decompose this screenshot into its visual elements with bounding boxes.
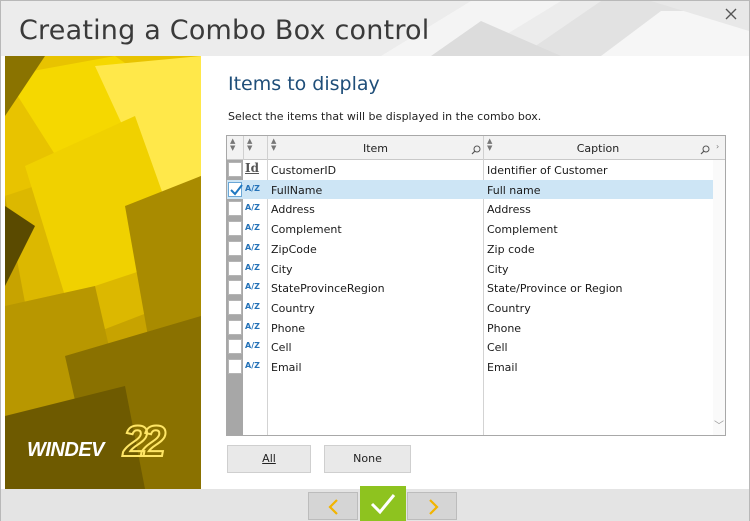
item-caption: Country [487, 301, 531, 315]
item-caption: Address [487, 203, 531, 217]
caption-header-label: Caption [576, 142, 620, 155]
item-name: CustomerID [271, 164, 337, 177]
item-name: Country [271, 301, 315, 315]
close-icon[interactable] [723, 6, 739, 22]
table-row[interactable]: A/Z City City [227, 259, 713, 279]
row-checkbox[interactable] [228, 339, 242, 355]
table-row[interactable]: A/Z Country Country [227, 298, 713, 318]
row-checkbox[interactable] [228, 260, 242, 276]
scroll-right-icon[interactable]: › [716, 142, 719, 151]
row-checkbox[interactable] [228, 299, 242, 315]
item-header-label: Item [362, 142, 389, 155]
checkbox-column-header[interactable]: ▲ ▼ [227, 136, 243, 160]
page-heading: Items to display [228, 73, 380, 95]
table-row[interactable]: A/Z Complement Complement [227, 219, 713, 239]
item-caption: Zip code [487, 242, 535, 256]
row-checkbox[interactable] [228, 221, 242, 237]
item-name: ZipCode [271, 242, 317, 256]
row-checkbox[interactable] [228, 240, 242, 256]
table-row[interactable]: A/Z FullName Full name [227, 179, 713, 200]
search-icon[interactable] [471, 145, 481, 155]
window-title: Creating a Combo Box control [19, 15, 430, 46]
page-instructions: Select the items that will be displayed … [228, 110, 542, 123]
items-table[interactable]: ▲ ▼ ▲ ▼ ▲ ▼ Item ▲ ▼ Caption › Id Custom… [226, 135, 726, 436]
item-caption: Phone [487, 321, 522, 335]
row-checkbox[interactable] [228, 201, 242, 217]
text-type-icon: A/Z [245, 321, 260, 331]
text-type-icon: A/Z [245, 361, 260, 370]
item-caption: State/Province or Region [487, 282, 623, 296]
chevron-right-icon [429, 499, 439, 515]
none-button[interactable]: None [324, 445, 411, 473]
sort-icon[interactable]: ▲ ▼ [230, 138, 235, 152]
table-row[interactable]: A/Z Address Address [227, 199, 713, 219]
table-header: ▲ ▼ ▲ ▼ ▲ ▼ Item ▲ ▼ Caption › [227, 136, 725, 160]
all-button[interactable]: All [227, 445, 311, 473]
chevron-left-icon [328, 499, 338, 515]
table-row[interactable]: Id CustomerID Identifier of Customer [227, 160, 713, 180]
table-row[interactable]: A/Z Email Email [227, 357, 713, 377]
windev-logo: WINDEV [27, 439, 105, 461]
row-checkbox[interactable] [228, 359, 242, 374]
item-name: Address [271, 203, 315, 217]
brand-artwork [5, 56, 201, 489]
text-type-icon: A/Z [245, 301, 260, 311]
next-button[interactable] [407, 492, 457, 520]
row-checkbox[interactable] [228, 162, 242, 177]
type-column-header[interactable]: ▲ ▼ [244, 136, 267, 160]
text-type-icon: A/Z [245, 203, 260, 213]
caption-column-header[interactable]: ▲ ▼ Caption [484, 136, 712, 160]
item-name: FullName [271, 183, 323, 197]
item-name: StateProvinceRegion [271, 282, 385, 296]
title-bar: Creating a Combo Box control [1, 1, 749, 56]
item-caption: Identifier of Customer [487, 164, 608, 177]
vertical-scrollbar[interactable]: ﹀ [713, 160, 725, 435]
row-checkbox[interactable] [228, 181, 243, 197]
table-row[interactable]: A/Z ZipCode Zip code [227, 239, 713, 259]
item-name: Phone [271, 321, 306, 335]
previous-button[interactable] [308, 492, 358, 520]
table-row[interactable]: A/Z Cell Cell [227, 337, 713, 357]
item-name: Email [271, 361, 302, 374]
item-caption: Email [487, 361, 518, 374]
none-button-label: None [353, 452, 382, 465]
finish-button[interactable] [360, 486, 406, 521]
wizard-window: Creating a Combo Box control WINDEV 22 I… [0, 0, 750, 521]
text-type-icon: A/Z [245, 282, 260, 292]
text-type-icon: A/Z [245, 262, 260, 272]
text-type-icon: A/Z [245, 223, 260, 233]
version-logo: 22 [122, 416, 167, 467]
key-type-icon: Id [245, 161, 260, 175]
text-type-icon: A/Z [245, 242, 260, 252]
table-row[interactable]: A/Z Phone Phone [227, 318, 713, 338]
table-row[interactable]: A/Z StateProvinceRegion State/Province o… [227, 278, 713, 298]
search-icon[interactable] [700, 145, 710, 155]
item-caption: Complement [487, 223, 558, 237]
item-caption: City [487, 262, 509, 276]
row-checkbox[interactable] [228, 319, 242, 335]
row-checkbox[interactable] [228, 280, 242, 296]
item-name: Cell [271, 341, 292, 355]
text-type-icon: A/Z [245, 183, 260, 193]
item-name: City [271, 262, 293, 276]
all-button-label: All [262, 452, 276, 465]
chevron-down-icon[interactable]: ﹀ [714, 417, 724, 432]
item-caption: Cell [487, 341, 508, 355]
sort-icon[interactable]: ▲ ▼ [247, 138, 252, 152]
item-caption: Full name [487, 183, 541, 197]
brand-panel [5, 56, 201, 489]
item-column-header[interactable]: ▲ ▼ Item [268, 136, 483, 160]
item-name: Complement [271, 223, 342, 237]
checkmark-icon [230, 184, 243, 196]
checkmark-icon [370, 494, 396, 515]
text-type-icon: A/Z [245, 341, 260, 351]
